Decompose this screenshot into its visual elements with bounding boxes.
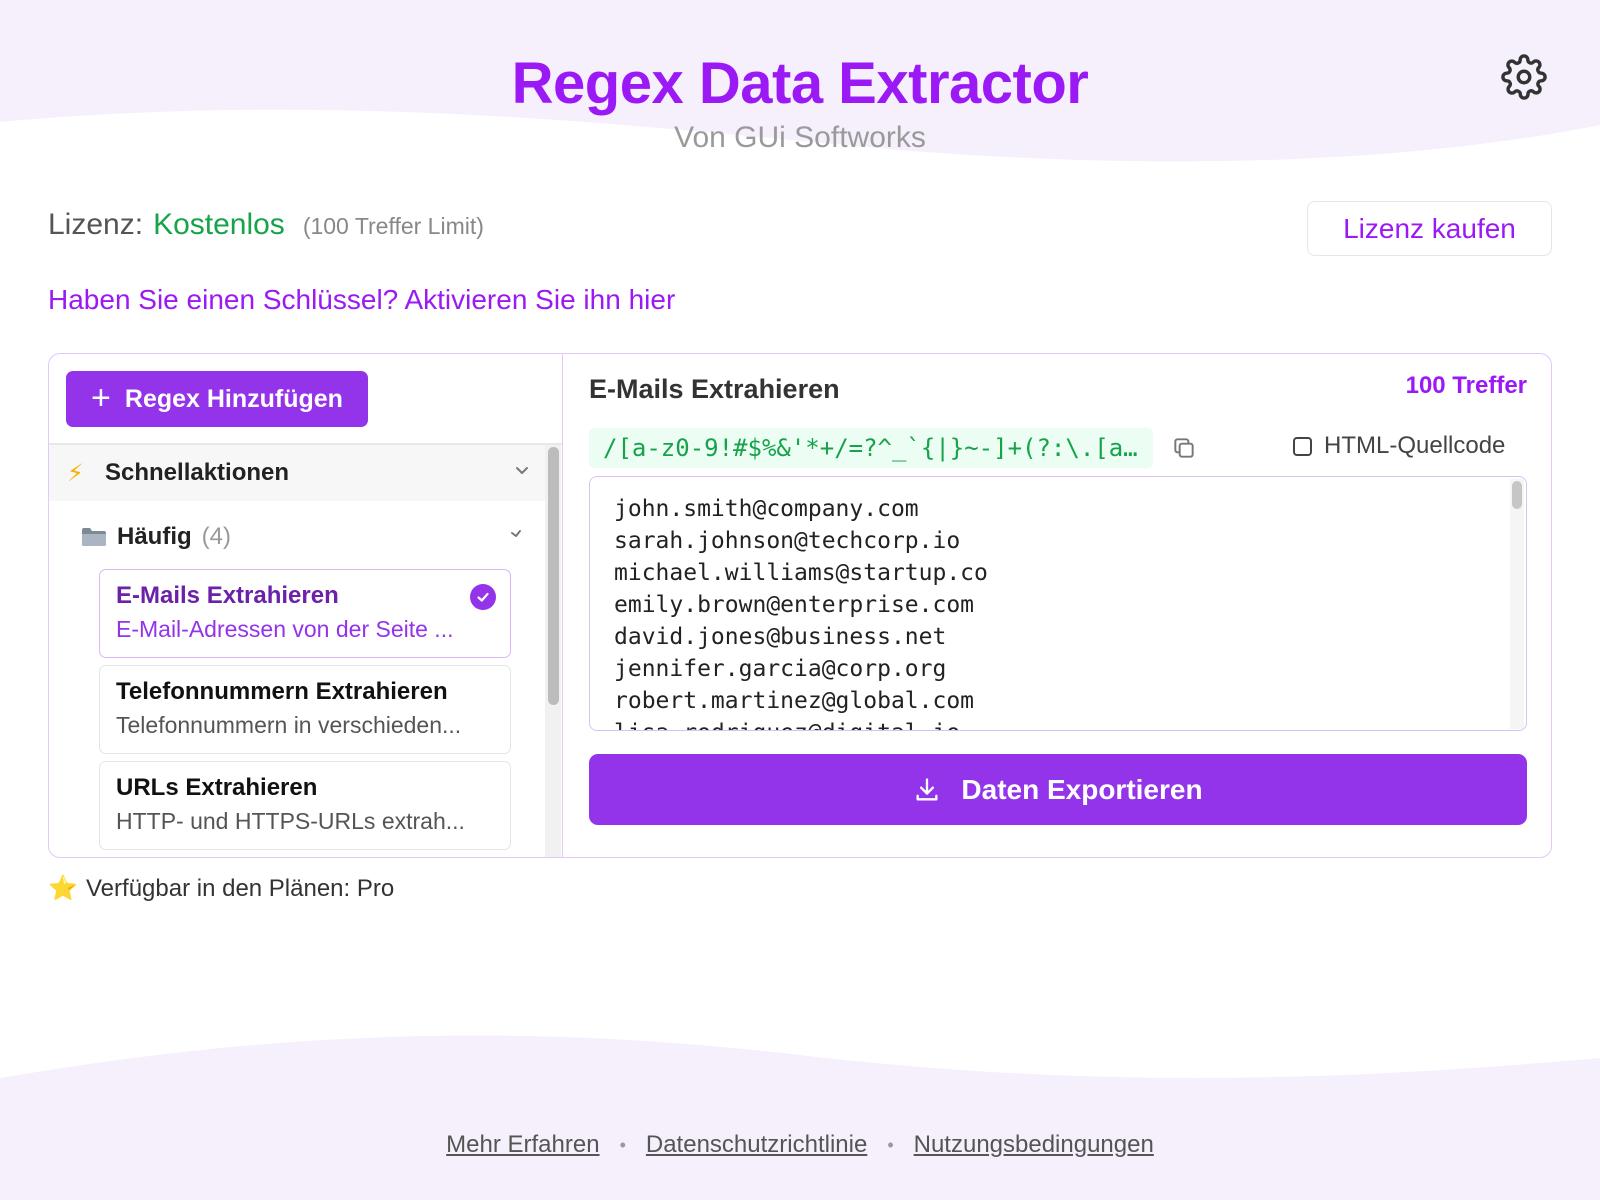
quick-actions-header[interactable]: ⚡ Schnellaktionen (49, 445, 545, 501)
result-line: michael.williams@startup.co (614, 560, 988, 586)
download-icon (916, 777, 938, 800)
license-label: Lizenz: (48, 208, 144, 241)
license-status: Lizenz: Kostenlos (100 Treffer Limit) (48, 208, 484, 242)
regex-item-title: Telefonnummern Extrahieren (116, 678, 448, 705)
footer-separator: • (619, 1134, 626, 1155)
results-list: john.smith@company.com sarah.johnson@tec… (590, 477, 1526, 730)
quick-actions-label: Schnellaktionen (105, 459, 290, 486)
folder-count: (4) (201, 523, 232, 550)
settings-button[interactable] (1500, 53, 1548, 101)
app-title: Regex Data Extractor (511, 51, 1089, 116)
results-scrollbar-track (1510, 479, 1524, 729)
check-circle-icon (470, 584, 496, 610)
results-textarea[interactable]: john.smith@company.com sarah.johnson@tec… (589, 476, 1527, 731)
folder-haeufig[interactable]: Häufig (4) (81, 517, 531, 557)
chevron-down-icon (514, 462, 530, 483)
main-panel: + Regex Hinzufügen ⚡ Schnellaktionen Häu… (48, 353, 1552, 858)
html-source-checkbox[interactable]: HTML-Quellcode (1293, 432, 1505, 460)
results-scrollbar-thumb[interactable] (1512, 481, 1522, 509)
plans-availability: ⭐ Verfügbar in den Plänen: Pro (48, 874, 394, 903)
regex-pattern: /[a-z0-9!#$%&'*+/=?^_`{|}~-]+(?:\.[a… (589, 428, 1153, 468)
plans-label: Verfügbar in den Plänen: Pro (86, 874, 395, 902)
folder-icon (81, 527, 107, 547)
regex-item-desc: E-Mail-Adressen von der Seite ... (116, 616, 454, 642)
footer-link-learn-more[interactable]: Mehr Erfahren (446, 1131, 599, 1159)
folder-label: Häufig (117, 523, 192, 550)
regex-item-emails[interactable]: E-Mails Extrahieren E-Mail-Adressen von … (99, 569, 511, 658)
copy-regex-button[interactable] (1171, 435, 1199, 463)
checkbox-box[interactable] (1293, 436, 1312, 456)
match-count: 100 Treffer (1405, 372, 1527, 399)
footer-link-privacy[interactable]: Datenschutzrichtlinie (646, 1131, 867, 1159)
footer-link-terms[interactable]: Nutzungsbedingungen (914, 1131, 1154, 1159)
regex-item-urls[interactable]: URLs Extrahieren HTTP- und HTTPS-URLs ex… (99, 761, 511, 850)
footer-wave-background (0, 1035, 1600, 1200)
copy-icon (1174, 438, 1194, 458)
footer-separator: • (887, 1134, 894, 1155)
export-data-button[interactable]: Daten Exportieren (589, 754, 1527, 825)
sidebar-scrollbar-thumb[interactable] (548, 447, 559, 705)
gear-icon (1501, 54, 1547, 100)
regex-sidebar: + Regex Hinzufügen ⚡ Schnellaktionen Häu… (49, 354, 563, 857)
result-line: emily.brown@enterprise.com (614, 592, 975, 618)
regex-detail-title: E-Mails Extrahieren (589, 374, 840, 404)
regex-item-title: E-Mails Extrahieren (116, 582, 339, 609)
result-line: lisa.rodriguez@digital.io (590, 717, 1526, 730)
app-header: Regex Data Extractor Von GUi Softworks (0, 50, 1600, 155)
html-source-label: HTML-Quellcode (1324, 432, 1506, 459)
chevron-down-icon (509, 525, 523, 543)
buy-license-button[interactable]: Lizenz kaufen (1307, 201, 1552, 256)
lightning-icon: ⚡ (67, 459, 84, 487)
regex-item-desc: HTTP- und HTTPS-URLs extrah... (116, 808, 465, 834)
regex-detail: E-Mails Extrahieren 100 Treffer /[a-z0-9… (565, 354, 1551, 857)
result-line: david.jones@business.net (614, 624, 947, 650)
app-subtitle: Von GUi Softworks (674, 121, 926, 154)
activate-key-link[interactable]: Haben Sie einen Schlüssel? Aktivieren Si… (48, 284, 675, 316)
regex-item-phones[interactable]: Telefonnummern Extrahieren Telefonnummer… (99, 665, 511, 754)
star-icon: ⭐ (48, 875, 78, 902)
license-limit: (100 Treffer Limit) (302, 213, 484, 239)
license-value: Kostenlos (153, 208, 285, 241)
regex-item-desc: Telefonnummern in verschieden... (116, 712, 462, 738)
result-line: john.smith@company.com (614, 496, 919, 522)
result-line: jennifer.garcia@corp.org (614, 656, 947, 682)
plus-icon: + (91, 378, 111, 417)
footer: Mehr Erfahren • Datenschutzrichtlinie • … (0, 1131, 1600, 1159)
result-line: sarah.johnson@techcorp.io (614, 528, 961, 554)
add-regex-label: Regex Hinzufügen (124, 384, 343, 413)
add-regex-button[interactable]: + Regex Hinzufügen (66, 371, 368, 427)
export-label: Daten Exportieren (961, 773, 1203, 805)
result-line: robert.martinez@global.com (614, 688, 975, 714)
regex-item-title: URLs Extrahieren (116, 774, 318, 801)
